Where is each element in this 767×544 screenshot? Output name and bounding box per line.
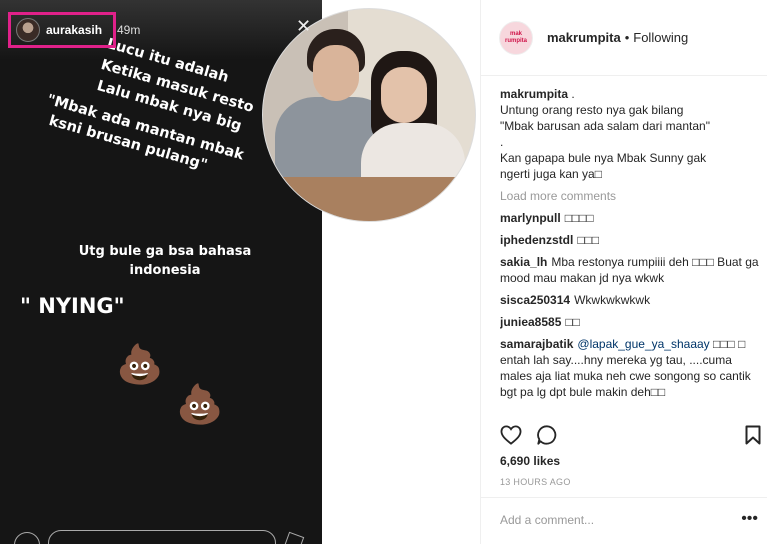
list-item: juniea8585 □□ <box>500 314 762 330</box>
comments-list[interactable]: makrumpita . Untung orang resto nya gak … <box>500 86 762 414</box>
add-comment-bar: Add a comment... ••• <box>481 497 767 544</box>
add-comment-input[interactable]: Add a comment... <box>500 513 594 527</box>
list-item: samarajbatik @lapak_gue_ya_shaaay □□□ □ e… <box>500 336 762 400</box>
caption-line: Untung orang resto nya gak bilang <box>500 103 684 117</box>
story-middle-line: Utg bule ga bsa bahasa <box>78 244 252 259</box>
caption: makrumpita . Untung orang resto nya gak … <box>500 86 762 182</box>
close-icon[interactable]: ✕ <box>296 16 311 37</box>
story-user-highlight[interactable]: aurakasih <box>8 12 116 48</box>
likes-count[interactable]: 6,690 likes <box>500 454 560 468</box>
bookmark-icon[interactable] <box>741 424 765 446</box>
story-middle-line: indonesia <box>129 263 201 278</box>
more-options-icon[interactable]: ••• <box>741 510 758 528</box>
story-middle-text: Utg bule ga bsa bahasa indonesia <box>40 242 290 280</box>
post-username[interactable]: makrumpita <box>547 30 621 45</box>
list-item: sisca250314 Wkwkwkwkwk <box>500 292 762 308</box>
caption-line: . <box>500 135 504 149</box>
comment-username[interactable]: iphedenzstdl <box>500 233 573 247</box>
header-separator: • <box>624 30 630 45</box>
comment-text: □□ <box>565 315 580 329</box>
poop-emoji-icon: 💩 <box>176 384 224 426</box>
photo-man-face <box>313 45 359 101</box>
comment-username[interactable]: sisca250314 <box>500 293 570 307</box>
post-avatar[interactable]: mak rumpita <box>499 20 533 55</box>
caption-line: ngerti juga kan ya□ <box>500 167 602 181</box>
caption-line: Kan gapapa bule nya Mbak Sunny gak <box>500 151 707 165</box>
story-shout-text: " NYING" <box>20 294 125 318</box>
comment-text: □□□ <box>577 233 600 247</box>
caption-line: "Mbak barusan ada salam dari mantan" <box>500 119 710 133</box>
heart-icon[interactable] <box>499 424 523 446</box>
story-time: 49m <box>117 23 141 37</box>
comment-username[interactable]: marlynpull <box>500 211 561 225</box>
caption-text: . <box>571 87 575 101</box>
post-panel: mak rumpita makrumpita • Following makru… <box>480 0 767 544</box>
photo-table <box>263 177 475 221</box>
list-item: sakia_lh Mba restonya rumpiiii deh □□□ Bu… <box>500 254 762 286</box>
story-avatar <box>16 18 40 42</box>
list-item: marlynpull □□□□ <box>500 210 762 226</box>
following-button[interactable]: Following <box>633 30 688 45</box>
story-username: aurakasih <box>46 23 103 37</box>
comment-text: Wkwkwkwkwk <box>574 293 651 307</box>
list-item: iphedenzstdl □□□ <box>500 232 762 248</box>
post-header: mak rumpita makrumpita • Following <box>481 0 767 76</box>
post-timestamp: 13 HOURS AGO <box>500 477 571 487</box>
story-image: aurakasih 49m ✕ Lucu itu adalah Ketika m… <box>0 0 480 544</box>
comment-username[interactable]: sakia_lh <box>500 255 547 269</box>
poop-emoji-icon: 💩 <box>116 344 164 386</box>
comment-text: □□□□ <box>564 211 594 225</box>
speech-bubble-icon[interactable] <box>535 424 559 446</box>
photo-woman-face <box>381 67 427 123</box>
comment-mention-link[interactable]: @lapak_gue_ya_shaaay <box>577 337 709 351</box>
comment-username[interactable]: samarajbatik <box>500 337 573 351</box>
caption-username[interactable]: makrumpita <box>500 87 568 101</box>
post-actions <box>499 424 763 446</box>
load-more-comments-link[interactable]: Load more comments <box>500 188 762 204</box>
couple-photo <box>262 8 476 222</box>
comment-username[interactable]: juniea8585 <box>500 315 561 329</box>
story-reply-input[interactable] <box>48 530 276 544</box>
